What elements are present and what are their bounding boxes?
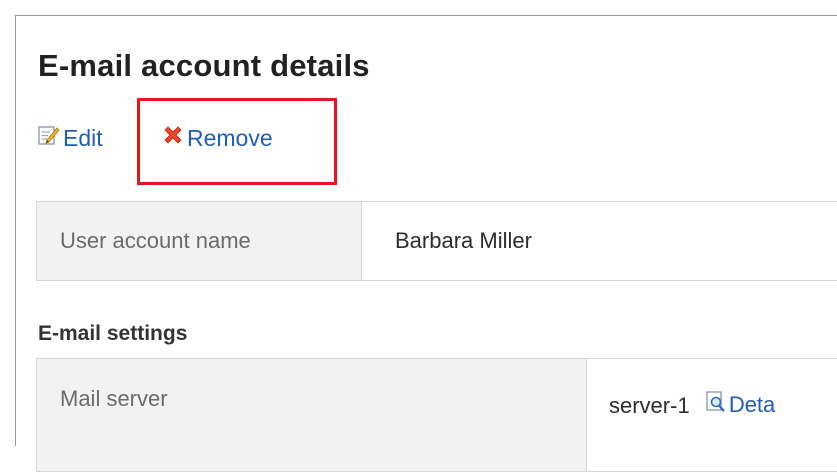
remove-icon — [162, 124, 184, 152]
user-account-name-label: User account name — [37, 202, 362, 281]
account-info-table: User account name Barbara Miller — [36, 201, 837, 281]
page-title: E-mail account details — [38, 48, 370, 84]
remove-label: Remove — [187, 125, 273, 152]
email-settings-table: Mail server server-1 Deta — [36, 358, 837, 472]
mail-server-label: Mail server — [37, 359, 587, 472]
edit-link[interactable]: Edit — [38, 124, 103, 152]
edit-icon — [38, 124, 60, 152]
magnifier-icon — [706, 391, 726, 419]
mail-server-details-link[interactable]: Deta — [706, 391, 775, 419]
mail-server-value-cell: server-1 Deta — [587, 359, 837, 472]
remove-link[interactable]: Remove — [162, 124, 273, 152]
table-row: Mail server server-1 Deta — [37, 359, 837, 472]
email-settings-heading: E-mail settings — [38, 322, 187, 346]
mail-server-value: server-1 — [609, 393, 690, 418]
details-label: Deta — [729, 392, 775, 418]
edit-label: Edit — [63, 125, 103, 152]
table-row: User account name Barbara Miller — [37, 202, 837, 281]
user-account-name-value: Barbara Miller — [362, 202, 837, 281]
